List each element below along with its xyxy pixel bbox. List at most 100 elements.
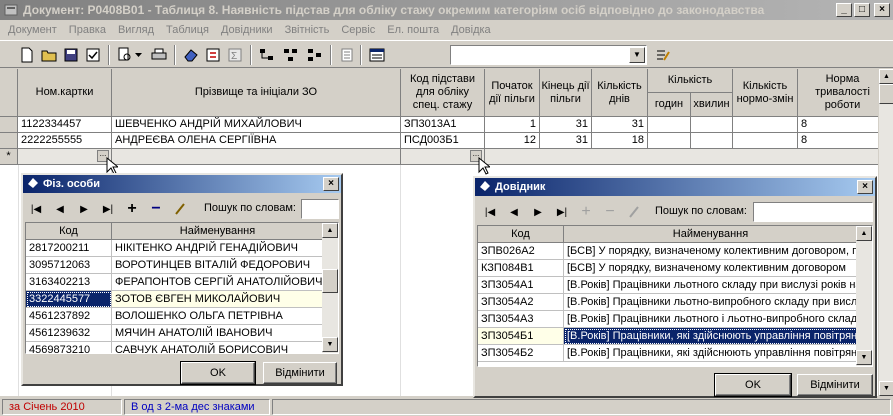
cell-hours[interactable] <box>648 133 691 149</box>
dov-cell-name[interactable]: [В.Років] Працівники льотного складу при… <box>564 277 858 294</box>
cell-code[interactable]: ПСД003Б1 <box>401 133 485 149</box>
fiz-cell-code[interactable]: 3095712063 <box>26 257 112 274</box>
fiz-cell-code[interactable]: 4561239632 <box>26 325 112 342</box>
add-record-icon[interactable]: + <box>123 200 141 218</box>
sum-icon[interactable]: Σ <box>226 46 244 64</box>
dov-ok-button[interactable]: OK <box>714 373 792 397</box>
open-folder-icon[interactable] <box>40 46 58 64</box>
scroll-up-button[interactable]: ▲ <box>879 69 893 84</box>
dov-cell-code[interactable]: ЗП3054Б2 <box>478 345 564 362</box>
cell-minutes[interactable] <box>691 133 733 149</box>
next-record-icon[interactable]: ▶ <box>529 203 547 221</box>
menu-table[interactable]: Таблиця <box>160 24 215 36</box>
header-hours[interactable]: годин <box>648 93 691 117</box>
fiz-ok-button[interactable]: OK <box>180 361 256 385</box>
fiz-search-input[interactable] <box>301 199 339 219</box>
dov-cell-code[interactable]: ЗП3054А2 <box>478 294 564 311</box>
chevron-down-icon[interactable] <box>134 46 144 64</box>
new-cell-name[interactable] <box>112 149 401 165</box>
dov-cell-code[interactable]: КЗП084В1 <box>478 260 564 277</box>
dov-cell-name-selected[interactable]: [В.Років] Працівники, які здійснюють упр… <box>564 328 858 345</box>
close-button[interactable]: × <box>874 3 890 17</box>
cell-minutes[interactable] <box>691 117 733 133</box>
dov-col-code[interactable]: Код <box>478 226 564 243</box>
fiz-cell-name[interactable]: ВОЛОШЕНКО ОЛЬГА ПЕТРІВНА <box>112 308 324 325</box>
dov-col-name[interactable]: Найменування <box>564 226 858 243</box>
fiz-cell-name[interactable]: ФЕРАПОНТОВ СЕРГІЙ АНАТОЛІЙОВИЧ <box>112 274 324 291</box>
header-end[interactable]: Кінець дії пільги <box>540 69 592 117</box>
fiz-cell-code[interactable]: 3163402213 <box>26 274 112 291</box>
refresh-icon[interactable] <box>204 46 222 64</box>
save-icon[interactable] <box>62 46 80 64</box>
scroll-thumb[interactable] <box>322 269 338 293</box>
dov-cell-name[interactable]: [БСВ] У порядку, визначеному колективним… <box>564 243 858 260</box>
cell-name[interactable]: АНДРЕЄВА ОЛЕНА СЕРГІЇВНА <box>112 133 401 149</box>
print-preview-icon[interactable] <box>116 46 134 64</box>
cell-start[interactable]: 12 <box>485 133 540 149</box>
cell-hours[interactable] <box>648 117 691 133</box>
dov-cell-code[interactable]: ЗПВ026А2 <box>478 243 564 260</box>
new-cell-code[interactable]: ... <box>401 149 485 165</box>
row-indicator[interactable] <box>0 133 18 149</box>
header-days[interactable]: Кількість днів <box>592 69 648 117</box>
check-icon[interactable] <box>84 46 102 64</box>
prev-record-icon[interactable]: ◀ <box>51 200 69 218</box>
fiz-cell-code[interactable]: 2817200211 <box>26 240 112 257</box>
header-card[interactable]: Ном.картки <box>18 69 112 117</box>
fiz-cell-code-selected[interactable]: 3322445577 <box>26 291 112 308</box>
columns-icon[interactable] <box>338 46 356 64</box>
dov-cell-code[interactable]: ЗП3054А1 <box>478 277 564 294</box>
cell-end[interactable]: 31 <box>540 117 592 133</box>
fiz-col-name[interactable]: Найменування <box>112 223 324 240</box>
new-cell-rest[interactable] <box>485 149 878 165</box>
fiz-col-code[interactable]: Код <box>26 223 112 240</box>
new-cell-card[interactable]: ... <box>18 149 112 165</box>
close-icon[interactable]: × <box>857 180 873 194</box>
delete-record-icon[interactable]: − <box>147 200 165 218</box>
last-record-icon[interactable]: ▶| <box>99 200 117 218</box>
last-record-icon[interactable]: ▶| <box>553 203 571 221</box>
chevron-down-icon[interactable]: ▼ <box>629 47 645 63</box>
cell-end[interactable]: 31 <box>540 133 592 149</box>
scroll-down-button[interactable]: ▼ <box>879 381 893 396</box>
menu-reports[interactable]: Звітність <box>279 24 336 36</box>
new-row-marker[interactable]: * <box>0 149 18 165</box>
cell-card[interactable]: 2222255555 <box>18 133 112 149</box>
header-qty[interactable]: Кількість <box>648 69 733 93</box>
cell-card[interactable]: 1122334457 <box>18 117 112 133</box>
fiz-cell-name[interactable]: НІКІТЕНКО АНДРІЙ ГЕНАДІЙОВИЧ <box>112 240 324 257</box>
eraser-icon[interactable] <box>182 46 200 64</box>
tree-expand-icon[interactable] <box>282 46 300 64</box>
header-minutes[interactable]: хвилин <box>691 93 733 117</box>
minimize-button[interactable]: _ <box>836 3 852 17</box>
fiz-scrollbar[interactable]: ▲ ▼ <box>322 223 338 353</box>
menu-email[interactable]: Ел. пошта <box>381 24 445 36</box>
menu-edit[interactable]: Правка <box>63 24 112 36</box>
menu-help[interactable]: Довідка <box>445 24 497 36</box>
cell-shifts[interactable] <box>733 117 798 133</box>
scroll-up-button[interactable]: ▲ <box>322 223 338 238</box>
cell-code[interactable]: ЗП3013А1 <box>401 117 485 133</box>
cell-shifts[interactable] <box>733 133 798 149</box>
edit-record-icon[interactable] <box>171 200 189 218</box>
dov-cell-name[interactable]: [БСВ] У порядку, визначеному колективним… <box>564 260 858 277</box>
close-icon[interactable]: × <box>323 177 339 191</box>
edit-list-icon[interactable] <box>654 46 672 64</box>
first-record-icon[interactable]: |◀ <box>481 203 499 221</box>
maximize-button[interactable]: □ <box>854 3 870 17</box>
dov-cell-name[interactable]: [В.Років] Працівники льотного і льотно-в… <box>564 311 858 328</box>
main-vertical-scrollbar[interactable]: ▲ ▼ <box>878 69 893 396</box>
fiz-cell-name[interactable]: ВОРОТИНЦЕВ ВІТАЛІЙ ФЕДОРОВИЧ <box>112 257 324 274</box>
fiz-cancel-button[interactable]: Відмінити <box>263 362 337 384</box>
cell-norm[interactable]: 8 <box>798 117 878 133</box>
form-view-icon[interactable] <box>368 46 386 64</box>
new-document-icon[interactable] <box>18 46 36 64</box>
row-indicator[interactable] <box>0 117 18 133</box>
dov-cell-name[interactable]: [В.Років] Працівники льотно-випробного с… <box>564 294 858 311</box>
dov-cell-code[interactable]: ЗП3054А3 <box>478 311 564 328</box>
scroll-up-button[interactable]: ▲ <box>856 226 872 241</box>
menu-document[interactable]: Документ <box>2 24 63 36</box>
cell-start[interactable]: 1 <box>485 117 540 133</box>
header-name[interactable]: Прізвище та ініціали ЗО <box>112 69 401 117</box>
scroll-thumb[interactable] <box>879 84 893 104</box>
